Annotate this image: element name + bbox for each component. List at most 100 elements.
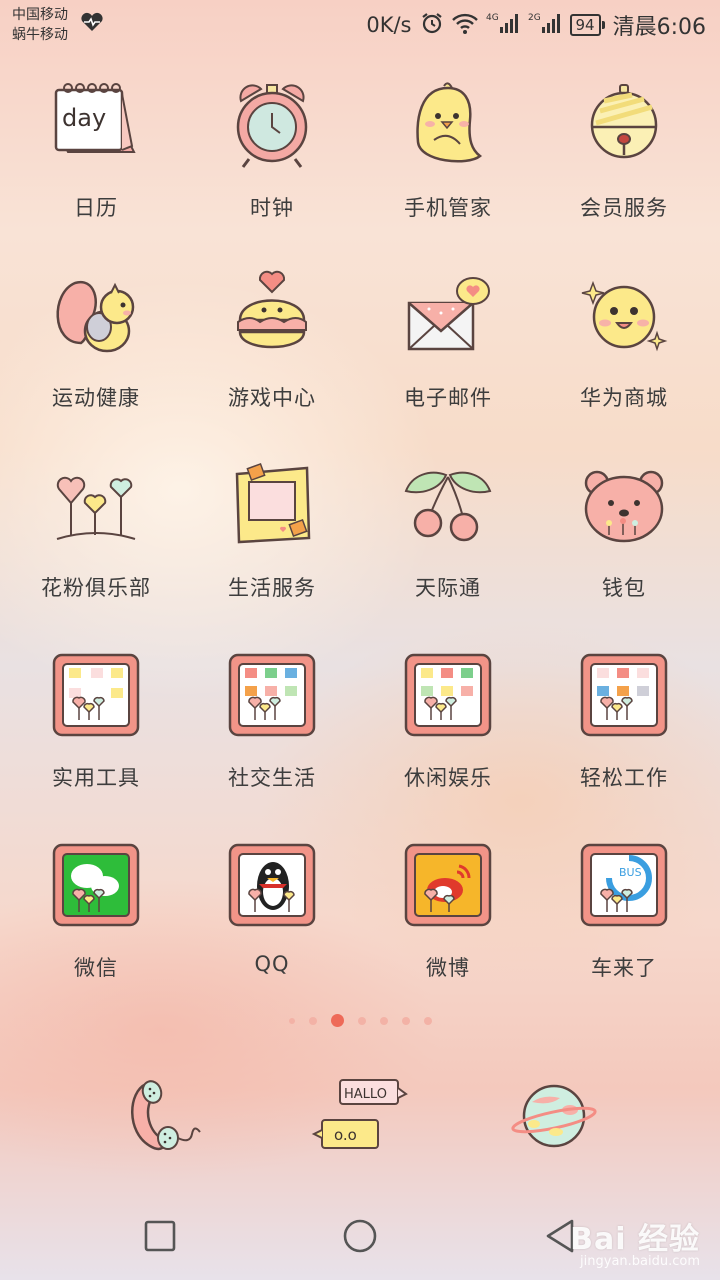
page-dot[interactable] [357, 1016, 366, 1025]
app-member-service[interactable]: 会员服务 [536, 70, 712, 260]
app-game-center[interactable]: 游戏中心 [184, 260, 360, 450]
folder-entertainment[interactable]: 休闲娱乐 [360, 640, 536, 830]
app-fans-club[interactable]: 花粉俱乐部 [8, 450, 184, 640]
app-label: QQ [254, 952, 290, 976]
app-chelaile[interactable]: BUS 车来了 [536, 830, 712, 1020]
app-label: 日历 [74, 196, 118, 220]
watermark-main: Bai 经验 [570, 1222, 700, 1257]
app-label: 社交生活 [228, 766, 316, 790]
page-dot[interactable] [288, 1017, 295, 1024]
app-label: 钱包 [602, 576, 646, 600]
battery-indicator: 94 [569, 14, 605, 36]
home-button[interactable] [330, 1206, 390, 1266]
carrier-info: 中国移动 蜗牛移动 [12, 5, 68, 45]
page-dot[interactable] [401, 1016, 410, 1025]
app-huawei-store[interactable]: 华为商城 [536, 260, 712, 450]
wechat-icon [41, 830, 151, 940]
app-label: 实用工具 [52, 766, 140, 790]
app-weibo[interactable]: 微博 [360, 830, 536, 1020]
recent-apps-button[interactable] [130, 1206, 190, 1266]
app-label: 天际通 [415, 576, 481, 600]
folder-utilities[interactable]: 实用工具 [8, 640, 184, 830]
folder-social[interactable]: 社交生活 [184, 640, 360, 830]
signal-2g-icon: 2G [528, 11, 562, 40]
folder-icon [569, 640, 679, 750]
bear-icon [569, 450, 679, 560]
app-grid: day 日历 时钟 手机管家 会员服务 运动健康 游戏中心 电子邮件 华为商城 … [8, 70, 712, 1020]
app-clock[interactable]: 时钟 [184, 70, 360, 260]
app-health[interactable]: 运动健康 [8, 260, 184, 450]
folder-icon [393, 640, 503, 750]
status-bar: 中国移动 蜗牛移动 0K/s 4G 2G 94 清晨6:06 [0, 0, 720, 50]
planet-browser-icon [510, 1076, 600, 1160]
page-dot[interactable] [379, 1016, 388, 1025]
dock-phone[interactable] [110, 1070, 220, 1166]
app-label: 微信 [74, 956, 118, 980]
app-label: 电子邮件 [404, 386, 492, 410]
phone-icon [120, 1076, 210, 1160]
svg-text:day: day [62, 104, 106, 132]
health-heart-icon [80, 12, 104, 36]
hallo-text: HALLO [344, 1087, 387, 1102]
app-wechat[interactable]: 微信 [8, 830, 184, 1020]
calendar-icon: day [41, 70, 151, 180]
smiley-icon [569, 260, 679, 370]
app-label: 花粉俱乐部 [41, 576, 151, 600]
carrier-1: 中国移动 [12, 7, 68, 23]
messages-icon: HALLO o.o [310, 1076, 410, 1160]
app-qq[interactable]: QQ [184, 830, 360, 1020]
envelope-icon [393, 260, 503, 370]
baidu-jingyan-watermark: Bai 经验 jingyan.baidu.com [570, 1214, 700, 1269]
svg-text:4G: 4G [486, 13, 499, 23]
alarm-icon [420, 11, 444, 40]
dock: HALLO o.o [110, 1070, 610, 1166]
weibo-icon [393, 830, 503, 940]
app-wallet[interactable]: 钱包 [536, 450, 712, 640]
app-label: 华为商城 [580, 386, 668, 410]
app-label: 休闲娱乐 [404, 766, 492, 790]
app-label: 手机管家 [404, 196, 492, 220]
oo-text: o.o [334, 1126, 357, 1144]
squirrel-icon [41, 260, 151, 370]
bell-icon [569, 70, 679, 180]
folder-work[interactable]: 轻松工作 [536, 640, 712, 830]
app-label: 运动健康 [52, 386, 140, 410]
app-phone-manager[interactable]: 手机管家 [360, 70, 536, 260]
folder-icon [41, 640, 151, 750]
app-calendar[interactable]: day 日历 [8, 70, 184, 260]
page-dot-active[interactable] [330, 1014, 344, 1027]
alarm-clock-icon [217, 70, 327, 180]
network-speed: 0K/s [366, 13, 412, 37]
svg-text:2G: 2G [528, 13, 541, 23]
page-dot[interactable] [423, 1016, 432, 1025]
cherry-icon [393, 450, 503, 560]
folder-icon [217, 640, 327, 750]
app-label: 游戏中心 [228, 386, 316, 410]
heart-balloons-icon [41, 450, 151, 560]
clock-time: 清晨6:06 [612, 15, 706, 40]
photo-frame-icon [217, 450, 327, 560]
carrier-2: 蜗牛移动 [12, 27, 68, 43]
dock-browser[interactable] [500, 1070, 610, 1166]
app-label: 会员服务 [580, 196, 668, 220]
signal-4g-icon: 4G [486, 11, 520, 40]
bus-icon: BUS [569, 830, 679, 940]
app-life-service[interactable]: 生活服务 [184, 450, 360, 640]
app-label: 时钟 [250, 196, 294, 220]
app-label: 生活服务 [228, 576, 316, 600]
chick-icon [393, 70, 503, 180]
page-dot[interactable] [308, 1016, 317, 1025]
app-label: 轻松工作 [580, 766, 668, 790]
dock-messages[interactable]: HALLO o.o [305, 1070, 415, 1166]
qq-icon [217, 830, 327, 940]
app-skylink[interactable]: 天际通 [360, 450, 536, 640]
wifi-icon [451, 12, 478, 39]
battery-level: 94 [569, 14, 601, 36]
svg-text:BUS: BUS [619, 866, 642, 879]
macaron-icon [217, 260, 327, 370]
app-email[interactable]: 电子邮件 [360, 260, 536, 450]
app-label: 微博 [426, 956, 470, 980]
watermark-sub: jingyan.baidu.com [580, 1254, 700, 1269]
app-label: 车来了 [591, 956, 657, 980]
page-indicator[interactable] [0, 1014, 720, 1027]
